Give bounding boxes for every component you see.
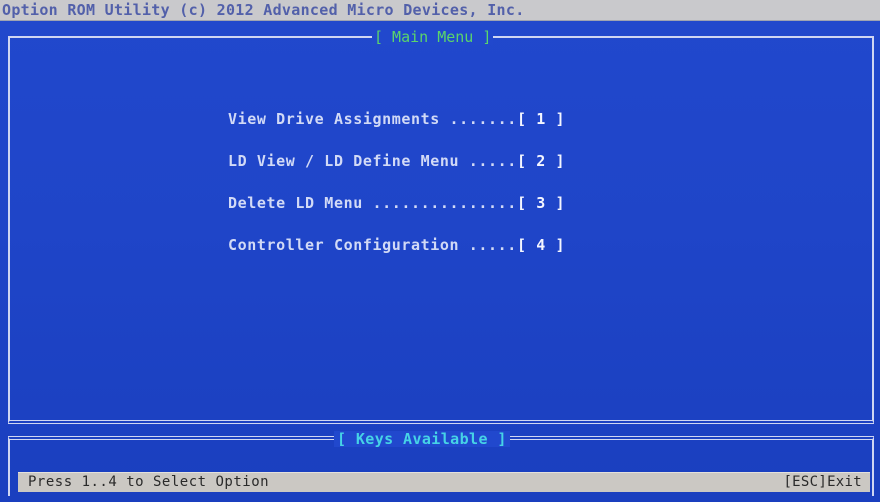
menu-item-label: Delete LD Menu ............... [228, 194, 517, 212]
esc-exit-hint[interactable]: [ESC]Exit [783, 474, 862, 490]
menu-item-view-drive-assignments[interactable]: View Drive Assignments .......[ 1 ] [228, 108, 565, 130]
menu-item-delete-ld[interactable]: Delete LD Menu ...............[ 3 ] [228, 192, 565, 214]
menu-item-controller-configuration[interactable]: Controller Configuration .....[ 4 ] [228, 234, 565, 256]
menu-item-key: [ 3 ] [516, 194, 566, 212]
title-bar: Option ROM Utility (c) 2012 Advanced Mic… [0, 0, 880, 21]
title-text: Option ROM Utility (c) 2012 Advanced Mic… [2, 1, 525, 19]
menu-item-key: [ 4 ] [516, 236, 566, 254]
menu-item-label: Controller Configuration ..... [228, 236, 517, 254]
keys-available-title: [ Keys Available ] [334, 431, 510, 447]
menu-item-key: [ 1 ] [516, 110, 566, 128]
menu-item-key: [ 2 ] [516, 152, 566, 170]
status-bar: Press 1..4 to Select Option [ESC]Exit [18, 472, 870, 492]
status-hint: Press 1..4 to Select Option [28, 474, 270, 490]
menu-item-ld-view-define[interactable]: LD View / LD Define Menu .....[ 2 ] [228, 150, 565, 172]
bios-screen: Option ROM Utility (c) 2012 Advanced Mic… [0, 0, 880, 502]
main-menu-title: [ Main Menu ] [372, 28, 494, 46]
menu-item-label: View Drive Assignments ....... [228, 110, 517, 128]
main-menu-list: View Drive Assignments .......[ 1 ] LD V… [228, 108, 565, 276]
menu-item-label: LD View / LD Define Menu ..... [228, 152, 517, 170]
